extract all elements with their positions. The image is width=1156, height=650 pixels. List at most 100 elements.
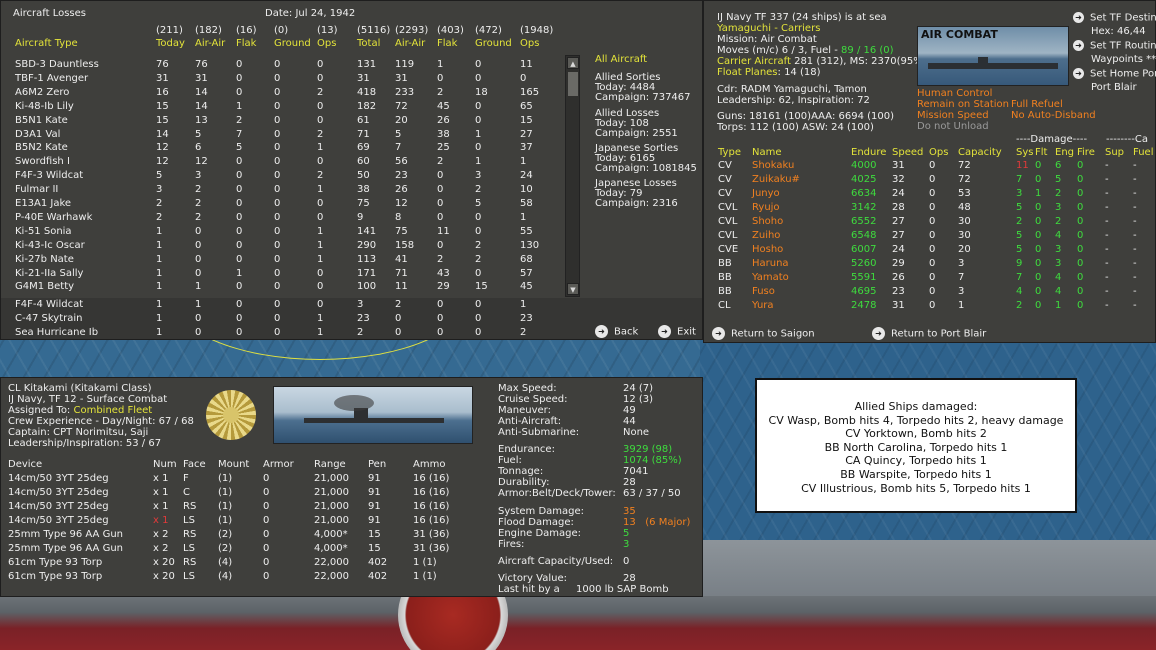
tf-ship-cell: -: [1105, 230, 1109, 241]
losses-row[interactable]: P-40E Warhawk 2 2 0 0 0 9 8 0 0 1: [1, 211, 702, 225]
device-row[interactable]: 14cm/50 3YT 25deg x 1 LS (1) 0 21,000 91 16 (16…: [1, 514, 702, 528]
tf-ship-row[interactable]: CV Junyo 6634 24 0 53 3 1 2 0 - -: [704, 187, 1155, 201]
tf-ship-cell: 31: [892, 300, 905, 311]
return-saigon-button[interactable]: ➜ Return to Saigon: [712, 327, 815, 341]
tf-ship-row[interactable]: CVL Shoho 6552 27 0 30 2 0 2 0 - -: [704, 215, 1155, 229]
losses-cell: 100: [357, 281, 377, 293]
ship-assigned-value[interactable]: Combined Fleet: [73, 405, 152, 416]
tf-menu-label: Port Blair: [1091, 82, 1137, 93]
losses-cell: 0: [236, 253, 243, 265]
losses-cell: 0: [317, 267, 324, 279]
losses-cell: 0: [437, 211, 444, 223]
device-header-1: Num: [153, 459, 177, 470]
tf-ship-cell: -: [1105, 244, 1109, 255]
all-aircraft-filter[interactable]: All Aircraft: [595, 54, 647, 66]
losses-cell: 2: [317, 86, 324, 98]
losses-cell: 1: [236, 100, 243, 112]
losses-cell: 11: [520, 59, 533, 70]
losses-cell: 0: [274, 184, 281, 196]
tf-header-3: Speed: [892, 147, 924, 158]
losses-cell: 0: [195, 313, 202, 324]
device-row[interactable]: 14cm/50 3YT 25deg x 1 C (1) 0 21,000 91 16 (16): [1, 486, 702, 500]
no-auto-disband-toggle[interactable]: No Auto-Disband: [1011, 110, 1096, 122]
device-cell: 16 (16): [413, 487, 450, 498]
tf-menu-item-4[interactable]: ➜ Set Home Port: [1073, 68, 1156, 81]
losses-cell: 0: [195, 253, 202, 265]
tf-ship-row[interactable]: CV Zuikaku# 4025 32 0 72 7 0 5 0 - -: [704, 173, 1155, 187]
losses-cell: 31: [357, 72, 370, 84]
losses-row[interactable]: Ki-51 Sonia 1 0 0 0 1 141 75 11 0 55: [1, 225, 702, 239]
tf-ship-cell: Fuso: [752, 286, 775, 297]
do-not-unload-toggle[interactable]: Do not Unload: [917, 121, 989, 133]
device-cell: 0: [263, 529, 270, 540]
device-row[interactable]: 25mm Type 96 AA Gun x 2 LS (2) 0 4,000* 15 31 (…: [1, 542, 702, 556]
losses-cell: Ki-21-IIa Sally: [15, 267, 84, 279]
scroll-thumb[interactable]: [568, 72, 578, 96]
losses-cell: 5: [156, 170, 163, 182]
tf-ship-cell: 0: [929, 174, 936, 185]
losses-cell: 61: [357, 114, 370, 126]
losses-cell: 0: [236, 239, 243, 251]
tf-ship-row[interactable]: BB Haruna 5260 29 0 3 9 0 3 0 - -: [704, 257, 1155, 271]
scroll-down-button[interactable]: ▼: [567, 283, 579, 295]
device-row[interactable]: 61cm Type 93 Torp x 20 RS (4) 0 22,000 402 1 (1…: [1, 556, 702, 570]
device-row[interactable]: 61cm Type 93 Torp x 20 LS (4) 0 22,000 402 1 (1…: [1, 570, 702, 584]
tf-float-label[interactable]: Float Planes: [717, 67, 778, 78]
losses-cell: 0: [274, 211, 281, 223]
device-row[interactable]: 14cm/50 3YT 25deg x 1 F (1) 0 21,000 91 16 (16): [1, 472, 702, 486]
losses-row[interactable]: F4F-4 Wildcat 1 1 0 0 0 3 2 0 0 1: [1, 298, 702, 312]
tf-ship-cell: 0: [929, 300, 936, 311]
losses-cell: 31: [156, 72, 169, 84]
losses-cell: 0: [317, 211, 324, 223]
tf-menu-item-0[interactable]: ➜ Set TF Destina: [1073, 12, 1156, 25]
losses-cell: 43: [437, 267, 450, 279]
return-saigon-label: Return to Saigon: [731, 328, 815, 340]
losses-scrollbar[interactable]: ▲ ▼: [565, 55, 580, 297]
tf-ship-cell: 0: [929, 202, 936, 213]
losses-cell: 0: [274, 239, 281, 251]
tf-ship-cell: 0: [1035, 202, 1042, 213]
losses-row[interactable]: C-47 Skytrain 1 0 0 0 1 23 0 0 0 23: [1, 312, 702, 326]
tf-ship-cell: CL: [718, 300, 731, 311]
device-row[interactable]: 25mm Type 96 AA Gun x 2 RS (2) 0 4,000* 15 31 (…: [1, 528, 702, 542]
losses-cell: 0: [317, 114, 324, 126]
device-row[interactable]: 14cm/50 3YT 25deg x 1 RS (1) 0 21,000 91 16 (16…: [1, 500, 702, 514]
losses-row[interactable]: Ki-43-Ic Oscar 1 0 0 0 1 290 158 0 2 130: [1, 239, 702, 253]
losses-cell: G4M1 Betty: [15, 281, 75, 293]
tf-ship-row[interactable]: CL Yura 2478 31 0 1 2 0 1 0 - -: [704, 299, 1155, 313]
tf-ship-row[interactable]: BB Yamato 5591 26 0 7 7 0 4 0 - -: [704, 271, 1155, 285]
exit-button[interactable]: ➜ Exit: [658, 325, 696, 339]
return-port-blair-button[interactable]: ➜ Return to Port Blair: [872, 327, 986, 341]
tf-carrier-label[interactable]: Carrier Aircraft: [717, 56, 791, 67]
losses-cell: 14: [195, 86, 208, 98]
tf-ship-row[interactable]: CVE Hosho 6007 24 0 20 5 0 3 0 - -: [704, 243, 1155, 257]
losses-row[interactable]: G4M1 Betty 1 1 0 0 0 100 11 29 15 45: [1, 280, 702, 294]
tf-ship-row[interactable]: CVL Ryujo 3142 28 0 48 5 0 3 0 - -: [704, 201, 1155, 215]
tf-ship-row[interactable]: BB Fuso 4695 23 0 3 4 0 4 0 - -: [704, 285, 1155, 299]
losses-cell: 0: [317, 198, 324, 209]
tf-ship-cell: -: [1133, 202, 1137, 213]
losses-cell: 8: [395, 211, 402, 223]
losses-cell: 2: [475, 184, 482, 196]
tf-ship-cell: -: [1133, 230, 1137, 241]
tf-ship-cell: 0: [1035, 300, 1042, 311]
tf-ship-cell: -: [1105, 258, 1109, 269]
losses-cell: 11: [437, 225, 450, 237]
tf-ship-row[interactable]: CVL Zuiho 6548 27 0 30 5 0 4 0 - -: [704, 229, 1155, 243]
losses-total-8: (472): [475, 25, 502, 36]
tf-ship-cell: 53: [958, 188, 971, 199]
back-button[interactable]: ➜ Back: [595, 325, 638, 339]
scroll-up-button[interactable]: ▲: [567, 57, 579, 69]
device-header-3: Mount: [218, 459, 250, 470]
losses-cell: 2: [317, 170, 324, 182]
losses-row[interactable]: Ki-21-IIa Sally 1 0 1 0 0 171 71 43 0 57: [1, 267, 702, 281]
damage-report-line: BB North Carolina, Torpedo hits 1: [824, 440, 1008, 454]
tf-ship-cell: 3142: [851, 202, 877, 213]
tf-ship-cell: 0: [1035, 230, 1042, 241]
losses-row[interactable]: Ki-27b Nate 1 0 0 0 1 113 41 2 2 68: [1, 253, 702, 267]
losses-cell: 130: [520, 239, 540, 251]
tf-ship-row[interactable]: CV Shokaku 4000 31 0 72 11 0 6 0 - -: [704, 159, 1155, 173]
tf-menu-item-2[interactable]: ➜ Set TF Routing: [1073, 40, 1156, 53]
tf-ship-cell: 24: [892, 244, 905, 255]
aircraft-losses-panel: Aircraft Losses Date: Jul 24, 1942 (211)…: [0, 0, 703, 340]
